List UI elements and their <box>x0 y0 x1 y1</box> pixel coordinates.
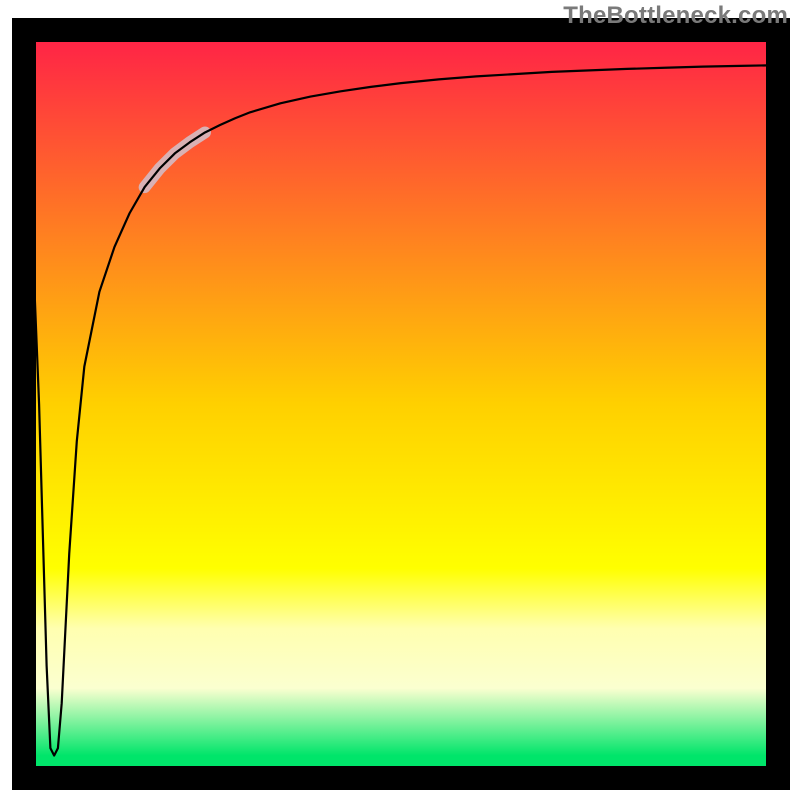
plot-background <box>24 30 778 778</box>
bottleneck-chart <box>0 0 800 800</box>
watermark-text: TheBottleneck.com <box>563 2 788 30</box>
chart-stage: TheBottleneck.com <box>0 0 800 800</box>
